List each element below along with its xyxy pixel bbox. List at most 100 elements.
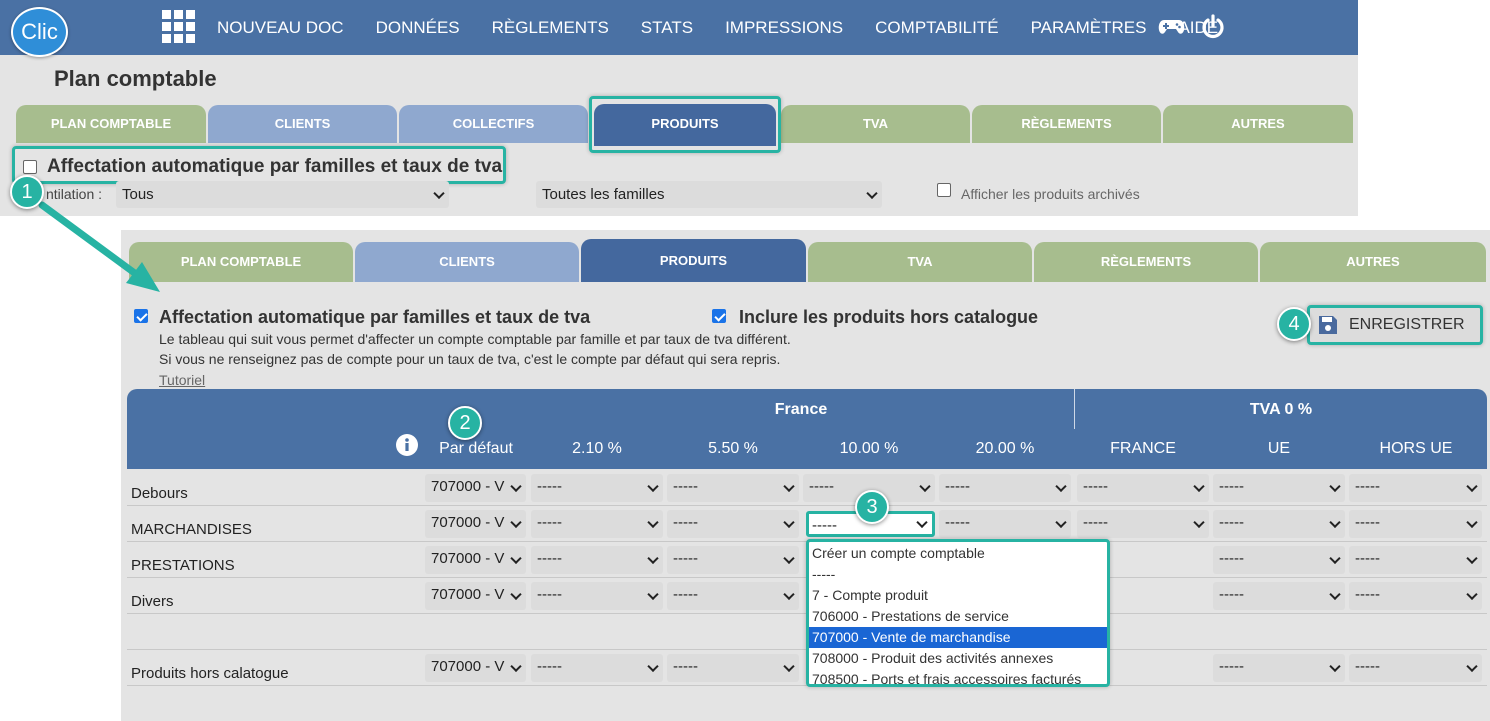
chevron-down-icon [647,552,659,565]
account-select[interactable]: ----- [939,510,1071,538]
tab-autres[interactable]: AUTRES [1260,242,1486,282]
select-value: ----- [673,478,698,495]
account-select[interactable]: ----- [667,510,799,538]
tab-plan-comptable[interactable]: PLAN COMPTABLE [129,242,353,282]
archived-products-checkbox[interactable] [937,183,951,197]
top-navbar: NOUVEAU DOC DONNÉES RÈGLEMENTS STATS IMP… [0,0,1358,55]
account-select[interactable]: ----- [1349,510,1482,538]
select-value: 707000 - V [431,514,505,531]
tab-produits[interactable]: PRODUITS [581,239,806,282]
account-select[interactable]: ----- [1349,582,1482,610]
tutorial-link[interactable]: Tutoriel [159,372,205,388]
account-select[interactable]: ----- [531,546,663,574]
chevron-down-icon [647,480,659,493]
tab-clients[interactable]: CLIENTS [355,242,579,282]
account-select[interactable]: ----- [1349,546,1482,574]
top-tab-collectifs[interactable]: COLLECTIFS [399,105,588,143]
step-badge-4: 4 [1277,307,1311,341]
account-select[interactable]: ----- [1213,510,1345,538]
nav-item-comptabilite[interactable]: COMPTABILITÉ [859,18,1014,38]
account-select[interactable]: ----- [531,654,663,682]
gamepad-icon[interactable] [1158,19,1185,35]
select-value: 707000 - V [431,586,505,603]
chevron-down-icon [916,516,928,529]
account-select[interactable]: ----- [1213,582,1345,610]
select-value: ----- [537,586,562,603]
account-select[interactable]: ----- [667,582,799,610]
top-tab-autres[interactable]: AUTRES [1163,105,1353,143]
nav-item-stats[interactable]: STATS [625,18,709,38]
description-line-1: Le tableau qui suit vous permet d'affect… [159,331,791,347]
account-select[interactable]: 707000 - V [425,654,526,682]
chevron-down-icon [1329,552,1341,565]
archived-products-label: Afficher les produits archivés [961,186,1140,202]
account-select[interactable]: ----- [667,474,799,502]
tab-reglements[interactable]: RÈGLEMENTS [1034,242,1258,282]
select-value: ----- [1083,478,1108,495]
chevron-down-icon [783,552,795,565]
select-value: ----- [812,517,837,534]
account-select[interactable]: ----- [1077,474,1209,502]
chevron-down-icon [1466,660,1478,673]
nav-item-impressions[interactable]: IMPRESSIONS [709,18,859,38]
dropdown-option[interactable]: 7 - Compte produit [809,585,1107,606]
select-value: ----- [1219,550,1244,567]
dropdown-option[interactable]: 706000 - Prestations de service [809,606,1107,627]
account-select[interactable]: ----- [1349,654,1482,682]
account-select[interactable]: ----- [531,510,663,538]
account-select[interactable]: ----- [667,654,799,682]
auto-affectation-checkbox[interactable] [134,309,148,323]
save-button[interactable]: ENREGISTRER [1307,305,1483,345]
familles-select[interactable]: Toutes les familles [536,181,882,208]
account-select[interactable]: ----- [1077,510,1209,538]
account-select[interactable]: ----- [1213,654,1345,682]
nav-item-reglements[interactable]: RÈGLEMENTS [476,18,625,38]
account-select[interactable]: ----- [1213,474,1345,502]
chevron-down-icon [647,588,659,601]
account-select[interactable]: 707000 - V [425,546,526,574]
select-value: 707000 - V [431,658,505,675]
app-logo[interactable]: Clic [11,7,68,57]
nav-item-donnees[interactable]: DONNÉES [360,18,476,38]
account-select[interactable]: 707000 - V [425,474,526,502]
top-tab-clients[interactable]: CLIENTS [208,105,397,143]
chevron-down-icon [866,187,878,199]
chevron-down-icon [433,187,445,199]
row-separator [127,505,1487,506]
chevron-down-icon [647,660,659,673]
dropdown-option[interactable]: ----- [809,564,1107,585]
main-menu: NOUVEAU DOC DONNÉES RÈGLEMENTS STATS IMP… [201,0,1234,55]
account-select[interactable]: ----- [939,474,1071,502]
account-select[interactable]: 707000 - V [425,510,526,538]
account-select[interactable]: ----- [1349,474,1482,502]
top-tab-plan-comptable[interactable]: PLAN COMPTABLE [16,105,206,143]
auto-affectation-label: Affectation automatique par familles et … [159,307,591,327]
nav-item-nouveau-doc[interactable]: NOUVEAU DOC [201,18,360,38]
header-col-rate-3: 10.00 % [839,440,899,457]
header-group-france: France [774,401,828,418]
row-label-prestations: PRESTATIONS [131,557,235,574]
account-select[interactable]: ----- [667,546,799,574]
nav-item-parametres[interactable]: PARAMÈTRES [1015,18,1163,38]
dropdown-option-selected[interactable]: 707000 - Vente de marchandise [809,627,1107,648]
familles-value: Toutes les familles [542,186,665,203]
apps-grid-icon[interactable] [162,10,195,43]
top-tab-reglements[interactable]: RÈGLEMENTS [972,105,1161,143]
select-value: ----- [1083,514,1108,531]
ventilation-select[interactable]: Tous [116,181,449,208]
account-select[interactable]: ----- [1213,546,1345,574]
hors-catalogue-checkbox[interactable] [712,309,726,323]
account-select[interactable]: ----- [531,474,663,502]
chevron-down-icon [1329,660,1341,673]
account-select[interactable]: 707000 - V [425,582,526,610]
dropdown-option[interactable]: 708500 - Ports et frais accessoires fact… [809,669,1107,690]
power-icon[interactable] [1200,14,1226,40]
dropdown-option[interactable]: Créer un compte comptable [809,543,1107,564]
account-select[interactable]: ----- [531,582,663,610]
top-auto-affectation-checkbox[interactable] [23,160,37,174]
info-icon[interactable] [395,433,419,457]
top-tab-tva[interactable]: TVA [781,105,970,143]
dropdown-option[interactable]: 708000 - Produit des activités annexes [809,648,1107,669]
tab-tva[interactable]: TVA [808,242,1032,282]
select-value: ----- [673,586,698,603]
